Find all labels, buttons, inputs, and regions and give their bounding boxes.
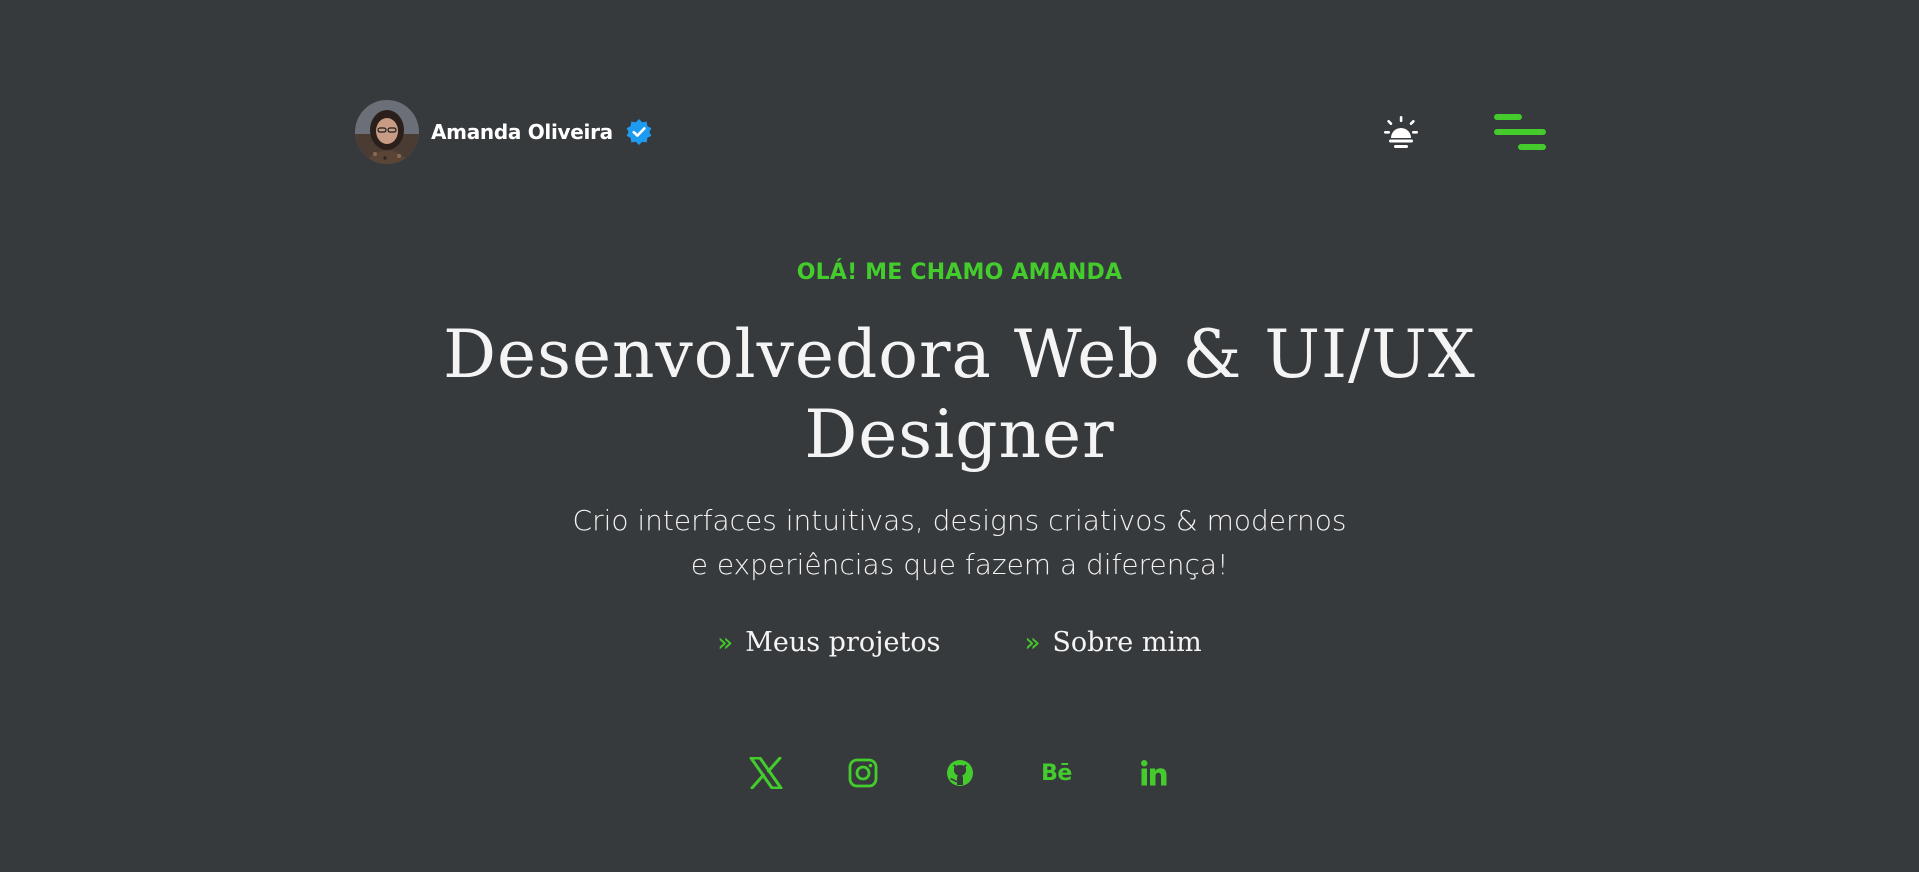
theme-toggle-button[interactable]: [1381, 112, 1421, 152]
hero-section: OLÁ! ME CHAMO AMANDA Desenvolvedora Web …: [0, 255, 1919, 658]
hero-headline: Desenvolvedora Web & UI/UX Designer: [443, 316, 1476, 473]
double-chevron-right-icon: »: [1024, 627, 1041, 658]
brand-name: Amanda Oliveira: [431, 120, 613, 144]
menu-lines-icon: [1494, 114, 1546, 150]
avatar: [355, 100, 419, 164]
verified-badge-icon: [625, 118, 653, 146]
social-link-github[interactable]: [940, 753, 980, 793]
cta-row: » Meus projetos » Sobre mim: [0, 627, 1919, 658]
behance-icon: Bē: [1041, 760, 1072, 786]
hero-eyebrow: OLÁ! ME CHAMO AMANDA: [796, 260, 1123, 285]
about-link-label: Sobre mim: [1052, 627, 1202, 658]
projects-link[interactable]: » Meus projetos: [717, 627, 940, 658]
about-link[interactable]: » Sobre mim: [1024, 627, 1201, 658]
hero-subtitle: Crio interfaces intuitivas, designs cria…: [572, 504, 1347, 581]
site-header: Amanda Oliveira: [355, 98, 1547, 166]
double-chevron-right-icon: »: [717, 627, 734, 658]
linkedin-icon: [1140, 760, 1166, 786]
projects-link-label: Meus projetos: [745, 627, 941, 658]
github-icon: [946, 760, 973, 786]
header-actions: [1381, 110, 1547, 154]
social-link-linkedin[interactable]: [1134, 753, 1174, 793]
x-icon: [749, 757, 782, 789]
social-link-instagram[interactable]: [843, 753, 883, 793]
social-link-behance[interactable]: Bē: [1037, 753, 1077, 793]
menu-button[interactable]: [1493, 110, 1547, 154]
sun-icon: [1384, 116, 1418, 148]
social-links: Bē: [0, 753, 1919, 793]
social-link-x[interactable]: [746, 753, 786, 793]
brand-link[interactable]: Amanda Oliveira: [355, 100, 653, 164]
instagram-icon: [848, 758, 877, 788]
